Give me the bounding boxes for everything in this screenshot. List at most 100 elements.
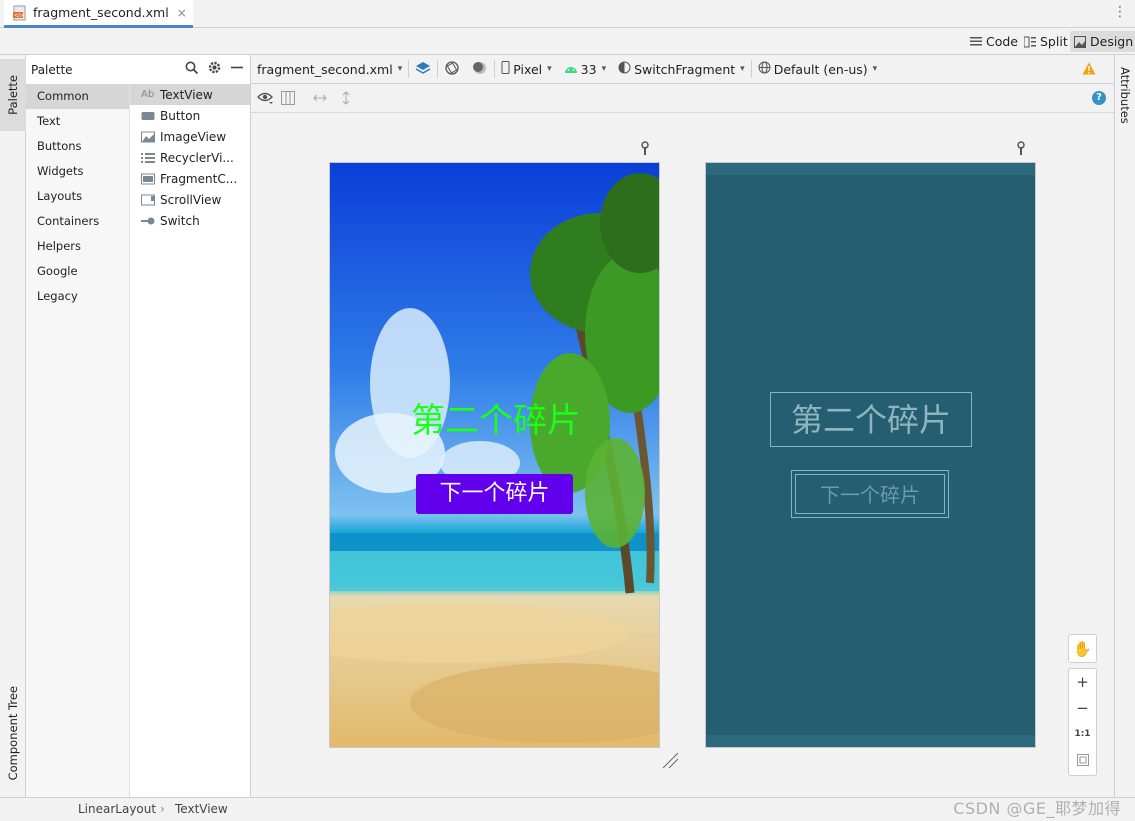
phone-icon [501, 61, 510, 77]
palette-category-common[interactable]: Common [26, 84, 129, 109]
blueprint-next-fragment-button[interactable]: 下一个碎片 [791, 470, 949, 518]
device-selector-label: Pixel [513, 61, 543, 77]
chevron-down-icon: ▾ [547, 64, 552, 74]
split-mode-label: Split [1040, 34, 1068, 49]
palette-category-containers[interactable]: Containers [26, 209, 129, 234]
help-icon[interactable]: ? [1092, 91, 1106, 105]
eye-view-options-icon[interactable] [257, 91, 273, 109]
design-mode-label: Design [1090, 34, 1134, 49]
blueprint-nav-bar [706, 735, 1035, 747]
android-icon [564, 62, 578, 77]
textview-icon: Ab [141, 88, 155, 100]
preview-title-text[interactable]: 第二个碎片 [396, 393, 596, 442]
chevron-down-icon: ▾ [397, 64, 403, 74]
orientation-selector[interactable] [438, 55, 466, 84]
more-vertical-icon[interactable]: ⋮ [1113, 5, 1127, 19]
palette-side-tab-label: Palette [6, 75, 20, 115]
chevron-down-icon: ▾ [872, 64, 878, 74]
palette-widget-list: Ab TextView Button ImageView RecyclerVi... Fr… [130, 84, 250, 231]
zoom-out-button[interactable]: − [1069, 695, 1096, 721]
palette-side-tab[interactable]: Palette [0, 59, 26, 131]
device-selector[interactable]: Pixel ▾ [495, 55, 557, 84]
theme-selector[interactable]: SwitchFragment ▾ [612, 55, 751, 84]
editor-tab-fragment-second[interactable]: </> fragment_second.xml × [4, 0, 193, 28]
design-mode-button[interactable]: Design [1070, 31, 1135, 52]
tab-close-icon[interactable]: × [177, 6, 187, 20]
palette-category-google[interactable]: Google [26, 259, 129, 284]
design-preview-device[interactable]: 第二个碎片 下一个碎片 [329, 162, 660, 748]
pin-icon[interactable] [1016, 141, 1026, 155]
locale-selector[interactable]: Default (en-us) ▾ [752, 55, 884, 84]
tab-filename: fragment_second.xml [33, 5, 169, 20]
left-tool-strip: Palette Component Tree [0, 55, 26, 797]
palette-widget-label: FragmentC... [160, 171, 238, 186]
zoom-in-button[interactable]: + [1069, 669, 1096, 695]
palette-header: Palette [26, 55, 251, 84]
fragment-icon [141, 173, 155, 185]
rotate-icon [444, 60, 460, 79]
design-toolbar: fragment_second.xml ▾ Pixel ▾ 33 ▾ SwitchFr… [251, 55, 1114, 84]
code-mode-button[interactable]: Code [966, 31, 1022, 52]
palette-widget-label: ScrollView [160, 192, 222, 207]
palette-widget-label: RecyclerVi... [160, 150, 234, 165]
palette-category-buttons[interactable]: Buttons [26, 134, 129, 159]
palette-widget-label: ImageView [160, 129, 227, 144]
gear-icon[interactable] [208, 61, 221, 77]
breadcrumb-textview[interactable]: TextView [175, 802, 228, 816]
component-tree-side-tab[interactable]: Component Tree [0, 673, 26, 793]
theme-icon [618, 61, 631, 77]
palette-category-layouts[interactable]: Layouts [26, 184, 129, 209]
palette-widget-recyclervi[interactable]: RecyclerVi... [130, 147, 250, 168]
zoom-actual-size-button[interactable]: 1:1 [1069, 721, 1096, 747]
palette-widget-switch[interactable]: Switch [130, 210, 250, 231]
night-mode-selector[interactable] [466, 55, 494, 84]
palette-category-list: Common Text Buttons Widgets Layouts Container… [26, 84, 130, 797]
breadcrumb-separator: › [160, 802, 165, 816]
code-mode-label: Code [986, 34, 1019, 49]
night-mode-icon [472, 60, 488, 79]
warning-icon[interactable] [1082, 62, 1096, 78]
blueprint-status-bar [706, 163, 1035, 175]
api-level-selector[interactable]: 33 ▾ [558, 55, 612, 84]
split-mode-button[interactable]: Split [1020, 31, 1072, 52]
globe-icon [758, 61, 771, 77]
palette-widget-fragmentc[interactable]: FragmentC... [130, 168, 250, 189]
image-design-icon [1074, 35, 1086, 48]
palette-panel: Palette Common Text Buttons Widgets Layouts C… [26, 55, 251, 797]
palette-widget-imageview[interactable]: ImageView [130, 126, 250, 147]
pin-icon[interactable] [640, 141, 650, 155]
file-selector[interactable]: fragment_second.xml ▾ [251, 55, 408, 84]
chevron-down-icon: ▾ [601, 64, 607, 74]
design-surface-selector[interactable] [409, 55, 437, 84]
pan-hand-button[interactable]: ✋ [1068, 634, 1097, 663]
preview-next-fragment-button[interactable]: 下一个碎片 [416, 474, 573, 514]
palette-widget-label: Button [160, 108, 201, 123]
vertical-resize-icon[interactable] [339, 91, 353, 109]
palette-widget-scrollview[interactable]: ScrollView [130, 189, 250, 210]
palette-category-text[interactable]: Text [26, 109, 129, 134]
hand-icon: ✋ [1073, 639, 1092, 658]
scroll-icon [141, 194, 155, 206]
palette-category-widgets[interactable]: Widgets [26, 159, 129, 184]
editor-tab-bar: </> fragment_second.xml × ⋮ [0, 0, 1135, 28]
palette-category-helpers[interactable]: Helpers [26, 234, 129, 259]
palette-widget-button[interactable]: Button [130, 105, 250, 126]
image-icon [141, 131, 155, 143]
columns-layout-icon[interactable] [281, 91, 295, 109]
attributes-side-tab[interactable]: Attributes [1118, 67, 1132, 124]
blueprint-button-label: 下一个碎片 [795, 474, 945, 514]
blueprint-preview-device[interactable]: 第二个碎片 下一个碎片 [705, 162, 1036, 748]
palette-category-legacy[interactable]: Legacy [26, 284, 129, 309]
code-lines-icon [970, 36, 982, 48]
switch-icon [141, 215, 155, 227]
horizontal-resize-icon[interactable] [313, 91, 327, 109]
breadcrumb-linearlayout[interactable]: LinearLayout [78, 802, 156, 816]
xml-file-icon: </> [12, 5, 28, 21]
design-secondary-toolbar: ? [251, 84, 1114, 113]
palette-widget-textview[interactable]: Ab TextView [130, 84, 250, 105]
search-icon[interactable] [185, 61, 199, 77]
resize-handle-icon[interactable] [661, 751, 679, 769]
blueprint-title-text[interactable]: 第二个碎片 [770, 392, 972, 447]
minimize-icon[interactable] [231, 61, 243, 77]
zoom-fit-button[interactable] [1069, 747, 1096, 773]
